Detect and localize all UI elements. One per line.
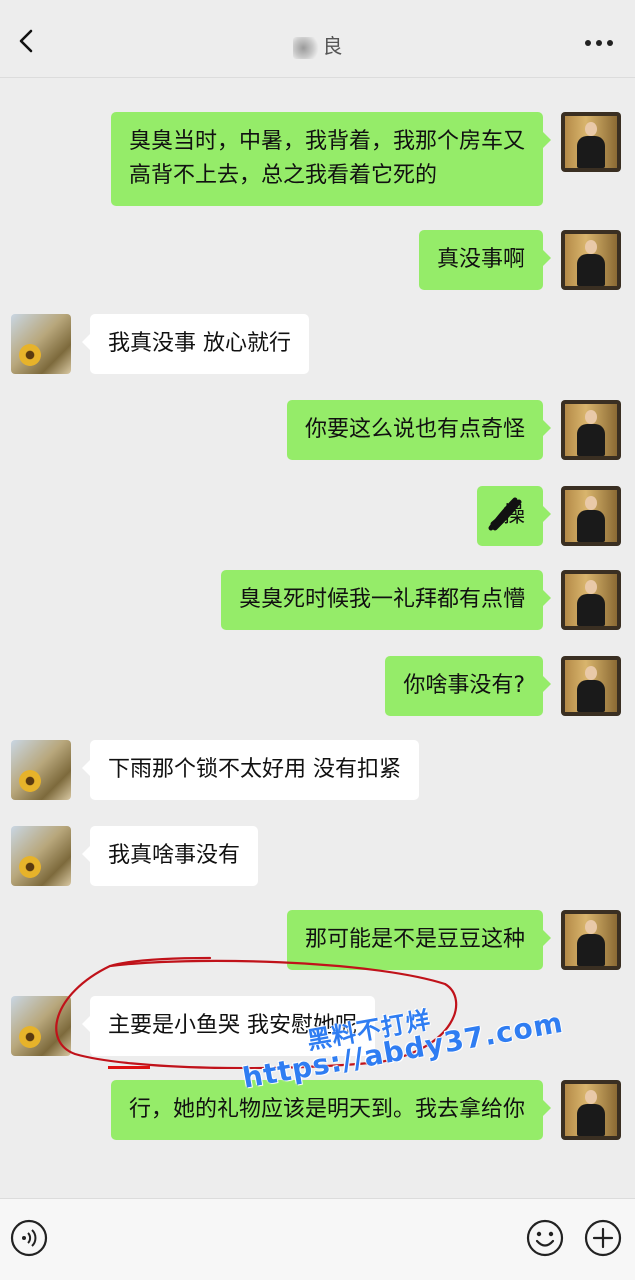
- message-bubble-sent[interactable]: 真没事啊: [418, 230, 552, 290]
- message-bubble-sent[interactable]: 你要这么说也有点奇怪: [286, 400, 552, 460]
- message-bubble-sent[interactable]: 臭臭当时，中暑，我背着，我那个房车又高背不上去，总之我看着它死的: [111, 112, 551, 206]
- emoji-icon[interactable]: [526, 1219, 564, 1257]
- red-underline-mark: [108, 1066, 150, 1069]
- my-avatar[interactable]: [561, 1080, 621, 1140]
- message-bubble-received[interactable]: 下雨那个锁不太好用 没有扣紧: [82, 740, 419, 800]
- scribble-mark-icon: [488, 497, 522, 531]
- my-avatar[interactable]: [561, 112, 621, 172]
- my-avatar[interactable]: [561, 230, 621, 290]
- message-bubble-received[interactable]: 我真啥事没有: [81, 826, 259, 886]
- my-avatar[interactable]: [561, 400, 621, 460]
- my-avatar[interactable]: [561, 570, 621, 630]
- plus-icon[interactable]: [584, 1219, 622, 1257]
- voice-icon[interactable]: [10, 1219, 48, 1257]
- message-bubble-sent[interactable]: 臭臭死时候我一礼拜都有点懵: [220, 570, 552, 630]
- my-avatar[interactable]: [561, 486, 621, 546]
- message-bubble-sent[interactable]: 你啥事没有?: [385, 656, 551, 716]
- blurred-name: [292, 36, 319, 59]
- contact-avatar[interactable]: [11, 740, 71, 800]
- chat-header: 良: [0, 0, 635, 78]
- my-avatar[interactable]: [561, 656, 621, 716]
- chat-title: 良: [0, 30, 635, 59]
- message-bubble-sent[interactable]: 行，她的礼物应该是明天到。我去拿给你: [111, 1080, 551, 1140]
- message-bubble-received[interactable]: 我真没事 放心就行: [82, 314, 309, 374]
- my-avatar[interactable]: [561, 910, 621, 970]
- message-bubble-sent[interactable]: 操: [477, 486, 551, 546]
- contact-avatar[interactable]: [11, 314, 71, 374]
- input-bar: [0, 1198, 635, 1280]
- chat-title-text: 良: [322, 34, 343, 58]
- more-dots-icon[interactable]: [585, 40, 613, 46]
- contact-avatar[interactable]: [11, 826, 71, 886]
